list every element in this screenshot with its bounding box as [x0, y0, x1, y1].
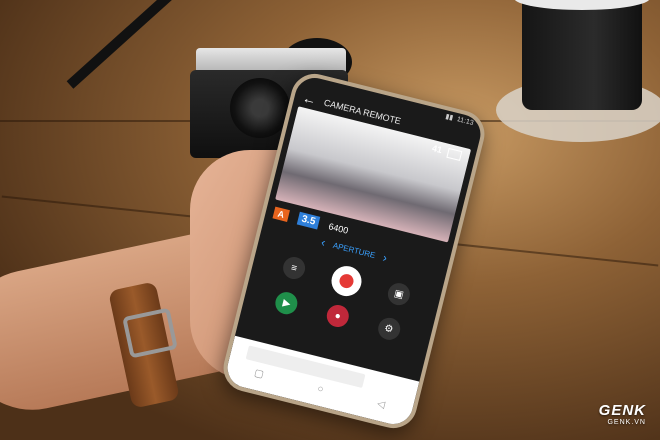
- recent-apps-icon[interactable]: ▢: [253, 368, 265, 381]
- black-cup: [522, 0, 642, 110]
- watermark: GENK GENK.VN: [599, 402, 646, 426]
- camera-viewfinder: [230, 78, 290, 138]
- home-icon[interactable]: ○: [316, 383, 325, 395]
- menu-icon[interactable]: ≡: [280, 254, 308, 282]
- playback-icon[interactable]: ▶: [273, 289, 301, 317]
- photo-scene: ▮▮ 11:13 ← CAMERA REMOTE 41 A 3.5 6400 ‹…: [0, 0, 660, 440]
- signal-icon: ▮▮: [444, 113, 454, 122]
- camera-strap: [66, 0, 178, 89]
- bottom-panel: ▢ ○ ◁: [223, 335, 420, 429]
- shutter-button[interactable]: [328, 262, 365, 300]
- chevron-left-icon[interactable]: ‹: [320, 235, 327, 250]
- chevron-right-icon[interactable]: ›: [381, 250, 388, 265]
- settings-icon[interactable]: ⚙: [375, 315, 403, 343]
- gallery-icon[interactable]: ▣: [385, 280, 413, 308]
- watermark-site: GENK.VN: [607, 419, 646, 426]
- card-icon: [446, 147, 463, 161]
- iso-value[interactable]: 6400: [328, 221, 350, 236]
- shots-remaining: 41: [431, 143, 444, 156]
- watermark-brand: GENK: [598, 402, 646, 419]
- mode-badge[interactable]: A: [272, 206, 290, 222]
- nav-back-icon[interactable]: ◁: [376, 398, 386, 411]
- back-arrow-icon[interactable]: ←: [301, 89, 318, 108]
- video-icon[interactable]: ●: [324, 302, 352, 330]
